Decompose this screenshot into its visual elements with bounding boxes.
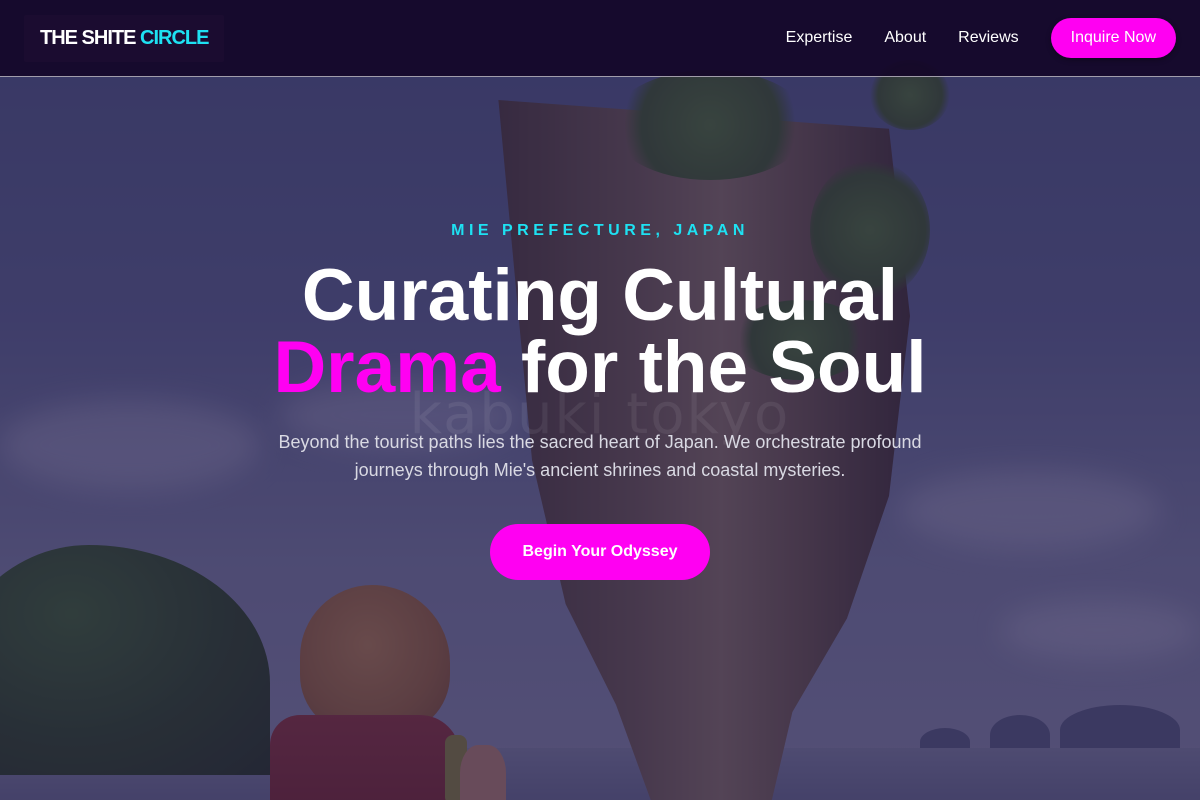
hero-headline: Curating Cultural Drama for the Soul	[0, 259, 1200, 404]
nav-link-about[interactable]: About	[884, 29, 926, 47]
begin-odyssey-button[interactable]: Begin Your Odyssey	[490, 524, 710, 580]
headline-highlight: Drama	[273, 327, 501, 408]
nav-link-expertise[interactable]: Expertise	[786, 29, 853, 47]
hero-section: MIE PREFECTURE, JAPAN Curating Cultural …	[0, 77, 1200, 800]
headline-rest: for the Soul	[500, 327, 927, 408]
top-navbar: THE SHITE CIRCLE Expertise About Reviews…	[0, 0, 1200, 77]
nav-link-reviews[interactable]: Reviews	[958, 29, 1018, 47]
hero-eyebrow: MIE PREFECTURE, JAPAN	[451, 222, 749, 239]
brand-logo[interactable]: THE SHITE CIRCLE	[24, 14, 225, 62]
nav-links: Expertise About Reviews Inquire Now	[786, 18, 1176, 58]
hero-subtitle: Beyond the tourist paths lies the sacred…	[278, 432, 922, 480]
logo-text-primary: THE SHITE	[40, 26, 141, 49]
logo-text-accent: CIRCLE	[140, 26, 209, 49]
inquire-now-button[interactable]: Inquire Now	[1050, 18, 1176, 58]
headline-line-1: Curating Cultural	[301, 255, 899, 336]
